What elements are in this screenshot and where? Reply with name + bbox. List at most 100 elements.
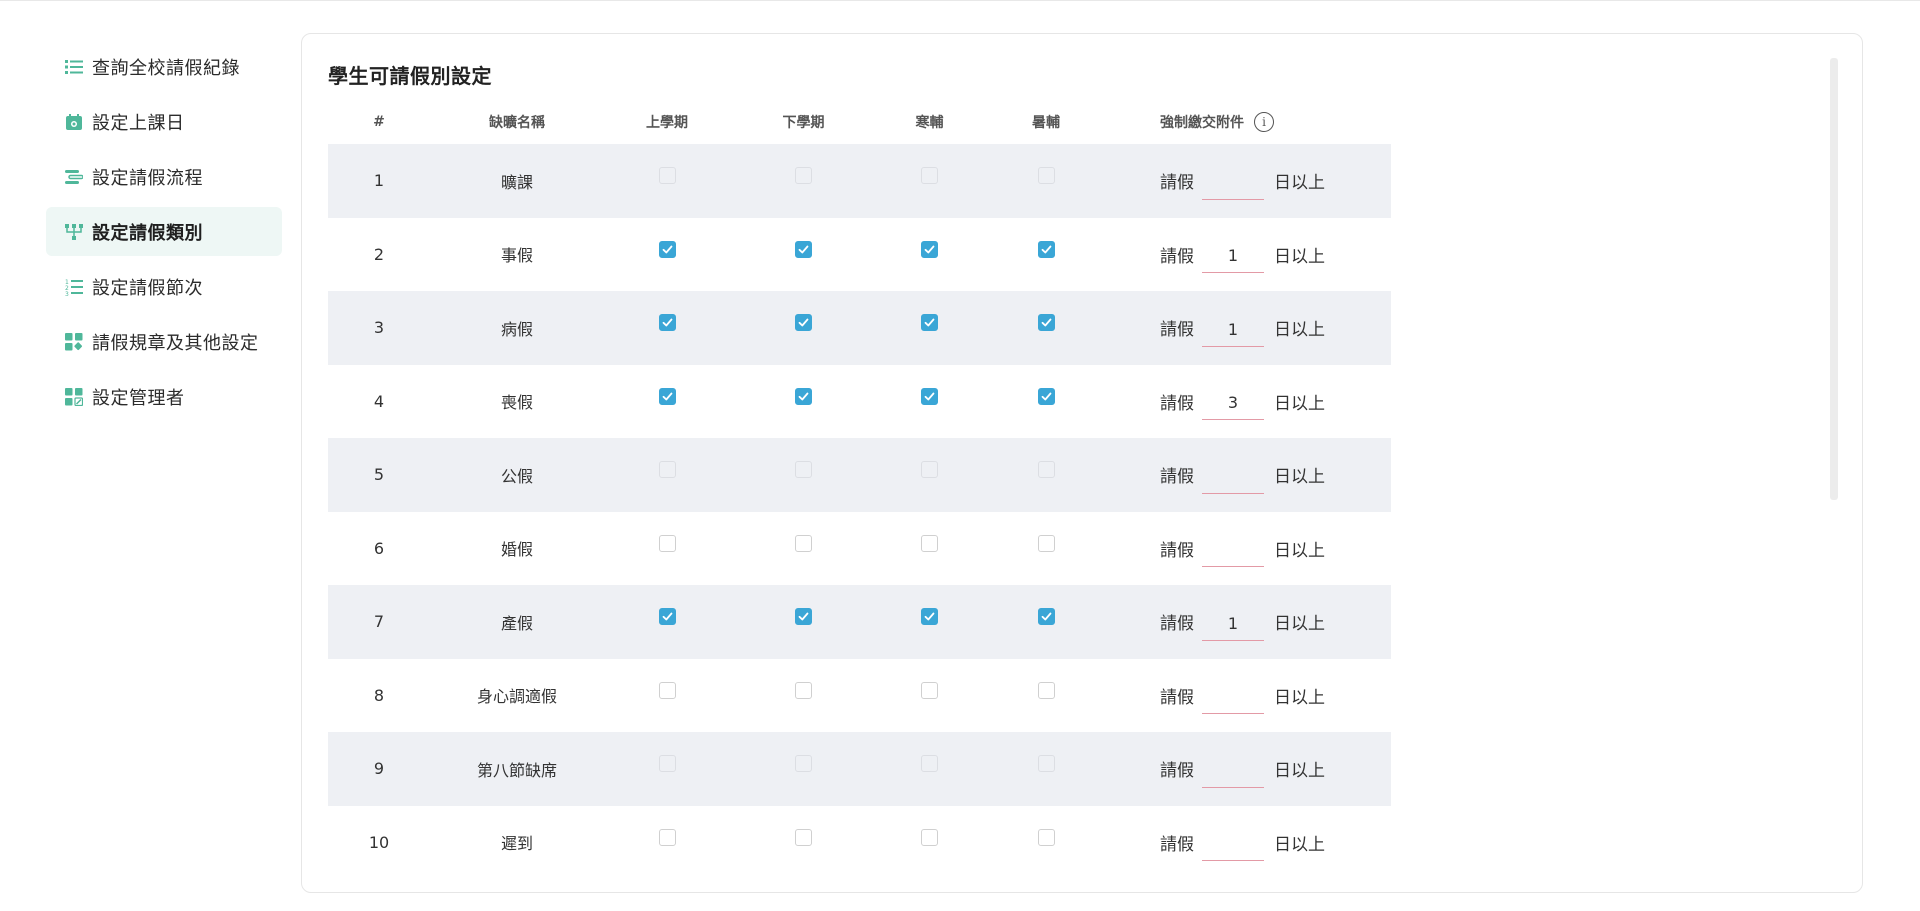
leave-type-name: 曠課	[500, 172, 533, 192]
summer-checkbox[interactable]	[1037, 314, 1055, 332]
second-term-checkbox[interactable]	[795, 314, 812, 332]
table-body: 1曠課請假日以上2事假請假日以上3病假請假日以上4喪假請假日以上5公假請假日以上…	[328, 144, 1391, 879]
summer-checkbox[interactable]	[1037, 534, 1055, 552]
attachment-cell: 請假 日以上	[1110, 309, 1325, 347]
table-row: 4 喪假 請假 日以上	[328, 365, 1391, 439]
winter-checkbox[interactable]	[921, 534, 938, 552]
sidebar-item-label: 設定管理者	[92, 387, 185, 409]
sidebar-item-label: 設定請假類別	[92, 222, 203, 244]
table-row: 9 第八節缺席 請假 日以上	[328, 732, 1391, 806]
checkbox-cell-summer	[982, 387, 1110, 405]
second-term-checkbox	[795, 755, 812, 773]
row-number: 6	[373, 538, 385, 558]
first-term-checkbox[interactable]	[658, 608, 676, 626]
first-term-checkbox[interactable]	[658, 387, 676, 405]
second-term-checkbox[interactable]	[795, 681, 812, 699]
checkbox-cell-first-term	[604, 240, 730, 258]
checkbox-cell-first-term	[604, 387, 730, 405]
checkbox-cell-second-term	[730, 461, 877, 479]
attachment-suffix: 日以上	[1274, 614, 1325, 635]
winter-checkbox[interactable]	[921, 240, 938, 258]
numbered-list-icon: 123	[64, 277, 84, 297]
summer-checkbox[interactable]	[1037, 828, 1055, 846]
attachment-days-input[interactable]	[1202, 827, 1264, 862]
winter-checkbox[interactable]	[921, 387, 938, 405]
summer-checkbox	[1037, 755, 1055, 773]
table-row: 6 婚假 請假 日以上	[328, 512, 1391, 586]
winter-checkbox[interactable]	[921, 828, 938, 846]
top-divider	[0, 0, 1920, 1]
attachment-days-input[interactable]	[1202, 533, 1264, 568]
vertical-scrollbar[interactable]	[1830, 58, 1838, 500]
summer-checkbox	[1037, 461, 1055, 479]
summer-checkbox[interactable]	[1037, 240, 1055, 258]
attachment-cell: 請假 日以上	[1110, 529, 1325, 568]
checkbox-cell-summer	[982, 828, 1110, 846]
sidebar-item-7[interactable]: 設定管理者	[46, 372, 282, 421]
attachment-days-input[interactable]	[1202, 459, 1264, 494]
checkbox-cell-second-term	[730, 534, 877, 552]
checkbox-cell-second-term	[730, 314, 877, 332]
row-number: 5	[373, 465, 385, 485]
winter-checkbox[interactable]	[921, 681, 938, 699]
sidebar-item-label: 設定上課日	[92, 112, 185, 134]
attachment-cell: 請假 日以上	[1110, 676, 1325, 715]
second-term-checkbox[interactable]	[795, 240, 812, 258]
attachment-cell: 請假 日以上	[1110, 456, 1325, 494]
row-number: 1	[373, 171, 385, 191]
summer-checkbox	[1037, 167, 1055, 185]
attachment-days-input[interactable]	[1202, 606, 1264, 641]
sidebar-item-1[interactable]: 查詢全校請假紀錄	[46, 42, 282, 91]
row-number: 7	[373, 612, 385, 632]
winter-checkbox	[921, 167, 938, 185]
checkbox-cell-winter	[877, 534, 982, 552]
second-term-checkbox[interactable]	[795, 828, 812, 846]
attachment-prefix: 請假	[1160, 540, 1194, 561]
summer-checkbox[interactable]	[1037, 681, 1055, 699]
checkbox-cell-second-term	[730, 755, 877, 773]
header-first-term: 上學期	[646, 114, 688, 131]
second-term-checkbox[interactable]	[795, 534, 812, 552]
checkbox-cell-summer	[982, 314, 1110, 332]
winter-checkbox[interactable]	[921, 608, 938, 626]
attachment-days-input[interactable]	[1202, 312, 1264, 347]
checkbox-cell-summer	[982, 755, 1110, 773]
table-header: # 缺曠名稱 上學期 下學期 寒輔 暑輔 強制繳交附件 i	[328, 99, 1391, 144]
leave-type-name: 病假	[500, 319, 533, 339]
checkbox-cell-second-term	[730, 608, 877, 626]
attachment-prefix: 請假	[1160, 834, 1194, 855]
sidebar-item-3[interactable]: 設定請假流程	[46, 152, 282, 201]
second-term-checkbox[interactable]	[795, 608, 812, 626]
sidebar-item-6[interactable]: 請假規章及其他設定	[46, 317, 282, 366]
summer-checkbox[interactable]	[1037, 608, 1055, 626]
first-term-checkbox[interactable]	[658, 828, 676, 846]
attachment-days-input[interactable]	[1202, 753, 1264, 788]
checkbox-cell-winter	[877, 681, 982, 699]
first-term-checkbox	[658, 755, 676, 773]
row-number: 8	[373, 685, 385, 705]
first-term-checkbox[interactable]	[658, 314, 676, 332]
summer-checkbox[interactable]	[1037, 387, 1055, 405]
first-term-checkbox[interactable]	[658, 240, 676, 258]
checkbox-cell-second-term	[730, 240, 877, 258]
sidebar-item-2[interactable]: 設定上課日	[46, 97, 282, 146]
sidebar-item-4[interactable]: 設定請假類別	[46, 207, 282, 256]
sidebar-item-label: 設定請假流程	[92, 167, 203, 189]
attachment-days-input[interactable]	[1202, 680, 1264, 715]
checkbox-cell-first-term	[604, 608, 730, 626]
checkbox-cell-first-term	[604, 828, 730, 846]
attachment-cell: 請假 日以上	[1110, 823, 1325, 862]
second-term-checkbox[interactable]	[795, 387, 812, 405]
first-term-checkbox[interactable]	[658, 534, 676, 552]
checkbox-cell-winter	[877, 314, 982, 332]
sidebar-item-5[interactable]: 1 2 3 設定請假節次	[46, 262, 282, 311]
first-term-checkbox[interactable]	[658, 681, 676, 699]
attachment-suffix: 日以上	[1274, 246, 1325, 267]
attachment-days-input[interactable]	[1202, 386, 1264, 421]
winter-checkbox[interactable]	[921, 314, 938, 332]
info-icon[interactable]: i	[1254, 111, 1274, 132]
attachment-prefix: 請假	[1160, 173, 1194, 194]
attachment-days-input[interactable]	[1202, 165, 1264, 200]
attachment-days-input[interactable]	[1202, 239, 1264, 274]
attachment-suffix: 日以上	[1274, 173, 1325, 194]
